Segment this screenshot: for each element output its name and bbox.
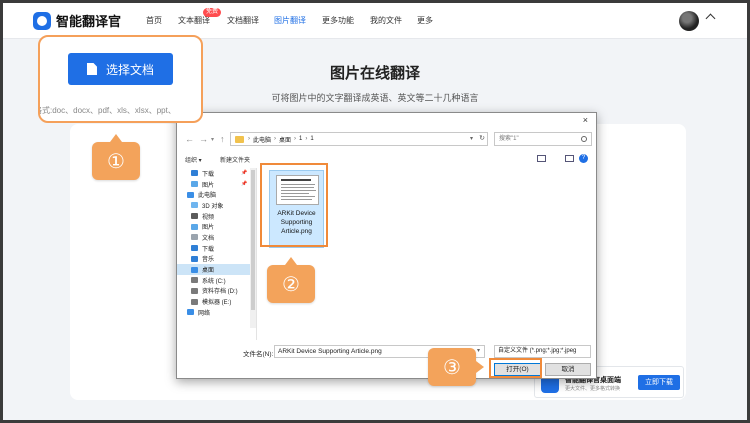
search-input[interactable]: 搜索"1" bbox=[494, 132, 592, 146]
select-document-button[interactable]: 选择文档 bbox=[68, 53, 173, 85]
history-chevron-icon[interactable]: ▾ bbox=[211, 136, 214, 143]
logo-icon bbox=[33, 11, 51, 30]
nav-pane-item[interactable]: 音乐 bbox=[177, 254, 256, 265]
breadcrumb-this-pc[interactable]: 此电脑 bbox=[253, 135, 271, 144]
nav-pane-item[interactable]: 资料存档 (D:) bbox=[177, 286, 256, 297]
drive-icon bbox=[191, 298, 198, 305]
pictures-icon bbox=[191, 223, 198, 230]
address-dropdown-icon[interactable]: ▾ bbox=[470, 135, 473, 142]
nav-pane-item[interactable]: 图片 📌 bbox=[177, 179, 256, 190]
navigation-pane: 下载 📌 图片 📌 此电脑 3D 对象 视频 图片 文档 下载 音乐 桌面 系统 (… bbox=[177, 168, 257, 340]
organize-menu[interactable]: 组织 ▾ bbox=[185, 155, 202, 164]
nav-pane-item[interactable]: 系统 (C:) bbox=[177, 275, 256, 286]
network-icon bbox=[187, 309, 194, 316]
open-button-highlight-box bbox=[489, 358, 542, 378]
nav-my-files[interactable]: 我的文件 bbox=[370, 15, 402, 26]
nav-pane-item[interactable]: 此电脑 bbox=[177, 189, 256, 200]
documents-icon bbox=[191, 234, 198, 241]
open-file-dialog: × ← → ▾ ↑ › 此电脑 › 桌面 › 1 › 1 ▾ ↻ 搜索"1" 组… bbox=[176, 112, 597, 379]
nav-doc-translate[interactable]: 文档翻译 bbox=[227, 15, 259, 26]
breadcrumb-folder-1b[interactable]: 1 bbox=[310, 136, 313, 142]
download-icon bbox=[191, 245, 198, 252]
step-marker-1: ① bbox=[92, 134, 140, 180]
upload-callout: 选择文档 格式:doc、docx、pdf、xls、xlsx、ppt、 bbox=[38, 35, 203, 123]
preview-pane-icon[interactable] bbox=[565, 155, 574, 162]
address-row: ← → ▾ ↑ › 此电脑 › 桌面 › 1 › 1 ▾ ↻ 搜索"1" bbox=[177, 131, 596, 149]
nav-pane-item[interactable]: 模拟器 (E:) bbox=[177, 296, 256, 307]
step-marker-2: ② bbox=[267, 257, 315, 303]
refresh-icon[interactable]: ↻ bbox=[479, 134, 485, 142]
app-name: 智能翻译官 bbox=[56, 14, 122, 29]
up-arrow-icon[interactable]: ↑ bbox=[220, 134, 225, 144]
nav-image-translate[interactable]: 图片翻译 bbox=[274, 15, 306, 26]
file-highlight-box bbox=[260, 163, 328, 247]
video-icon bbox=[191, 213, 198, 220]
address-bar[interactable]: › 此电脑 › 桌面 › 1 › 1 ▾ ↻ bbox=[230, 132, 488, 146]
avatar[interactable] bbox=[679, 11, 699, 31]
folder-icon bbox=[235, 135, 244, 143]
view-options-icon[interactable] bbox=[537, 155, 546, 162]
banner-subtitle: 更大文件、更多格式转换 bbox=[565, 386, 621, 392]
nav-pane-item[interactable]: 图片 bbox=[177, 221, 256, 232]
breadcrumb-folder-1[interactable]: 1 bbox=[299, 136, 302, 142]
chevron-up-icon[interactable] bbox=[705, 13, 716, 24]
nav-scrollbar[interactable] bbox=[250, 168, 256, 328]
download-now-button[interactable]: 立即下载 bbox=[638, 375, 680, 390]
supported-formats: 格式:doc、docx、pdf、xls、xlsx、ppt、 bbox=[38, 106, 176, 115]
drive-icon bbox=[191, 287, 198, 294]
close-icon[interactable]: × bbox=[583, 115, 588, 125]
pin-icon: 📌 bbox=[241, 181, 248, 188]
nav-home[interactable]: 首页 bbox=[146, 15, 162, 26]
free-badge: 免费 bbox=[203, 8, 222, 17]
app-logo[interactable]: 智能翻译官 bbox=[33, 11, 121, 30]
pin-icon: 📌 bbox=[241, 170, 248, 177]
nav-pane-item[interactable]: 下载 📌 bbox=[177, 168, 256, 179]
filename-dropdown-icon[interactable]: ▾ bbox=[477, 347, 480, 354]
nav-pane-item[interactable]: 文档 bbox=[177, 232, 256, 243]
pc-icon bbox=[187, 191, 194, 198]
nav-more[interactable]: 更多 bbox=[417, 15, 433, 26]
nav-pane-item-desktop[interactable]: 桌面 bbox=[177, 264, 256, 275]
top-navigation: 智能翻译官 首页 文本翻译 免费 文档翻译 图片翻译 更多功能 我的文件 更多 bbox=[3, 3, 747, 39]
nav-pane-item[interactable]: 3D 对象 bbox=[177, 200, 256, 211]
nav-pane-item[interactable]: 下载 bbox=[177, 243, 256, 254]
music-icon bbox=[191, 255, 198, 262]
help-icon[interactable]: ? bbox=[579, 154, 588, 163]
breadcrumb-desktop[interactable]: 桌面 bbox=[279, 135, 291, 144]
3d-objects-icon bbox=[191, 202, 198, 209]
nav-pane-item[interactable]: 网络 bbox=[177, 307, 256, 318]
search-icon bbox=[581, 136, 587, 142]
download-icon bbox=[191, 170, 198, 177]
nav-more-features[interactable]: 更多功能 bbox=[322, 15, 354, 26]
back-arrow-icon[interactable]: ← bbox=[185, 134, 194, 144]
file-type-select[interactable]: 自定义文件 (*.png;*.jpg;*.jpeg bbox=[494, 345, 591, 358]
forward-arrow-icon[interactable]: → bbox=[199, 134, 208, 144]
drive-icon bbox=[191, 277, 198, 284]
filename-label: 文件名(N): bbox=[243, 351, 274, 358]
nav-pane-item[interactable]: 视频 bbox=[177, 211, 256, 222]
cancel-button[interactable]: 取消 bbox=[545, 363, 591, 376]
desktop-icon bbox=[191, 266, 198, 273]
search-placeholder: 搜索"1" bbox=[499, 136, 519, 142]
document-icon bbox=[86, 63, 97, 75]
pictures-icon bbox=[191, 181, 198, 188]
dialog-toolbar: 组织 ▾ 新建文件夹 ? bbox=[177, 153, 596, 167]
new-folder-button[interactable]: 新建文件夹 bbox=[220, 155, 250, 164]
select-document-label: 选择文档 bbox=[105, 62, 154, 77]
step-marker-3: ③ bbox=[428, 348, 484, 386]
